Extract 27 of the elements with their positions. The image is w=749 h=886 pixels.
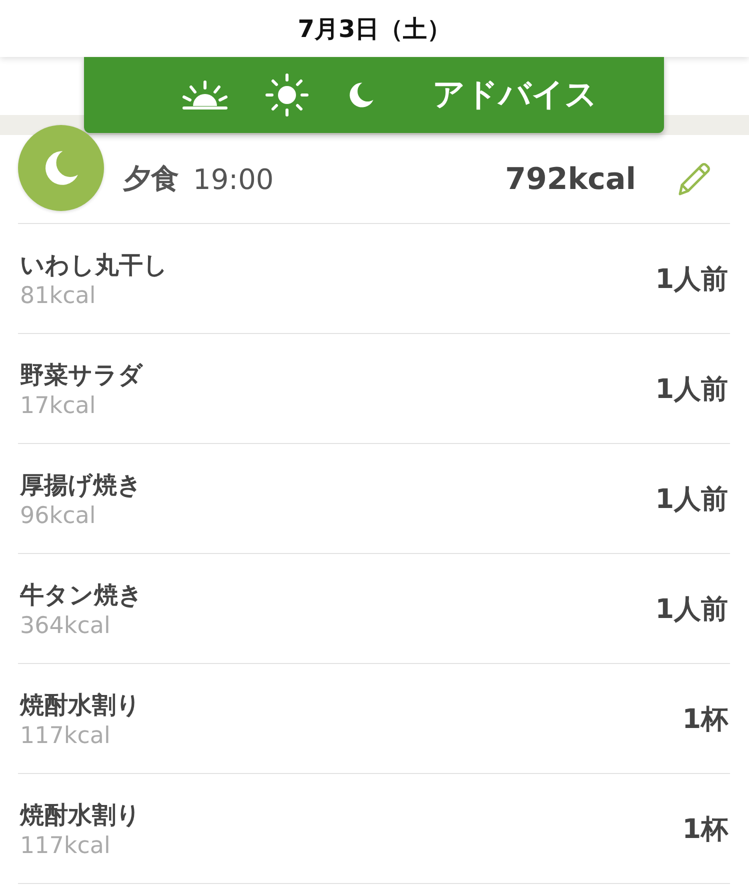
sunrise-tab[interactable] [180, 78, 228, 112]
date-title: 7月3日（土） [298, 14, 452, 44]
food-portion: 1人前 [655, 262, 728, 296]
food-name: 焼酎水割り [20, 690, 142, 720]
advice-tab[interactable]: アドバイス [432, 73, 598, 117]
food-name: いわし丸干し [20, 250, 169, 280]
food-calories: 81kcal [20, 282, 97, 308]
food-portion: 1杯 [682, 702, 728, 736]
food-name: 厚揚げ焼き [20, 470, 143, 500]
food-portion: 1杯 [682, 812, 728, 846]
sun-icon [264, 73, 308, 117]
meal-name: 夕食 [123, 161, 179, 197]
sunrise-icon [180, 78, 228, 112]
food-calories: 117kcal [20, 722, 112, 748]
food-calories: 364kcal [20, 612, 112, 638]
food-portion: 1人前 [655, 372, 728, 406]
food-calories: 96kcal [20, 502, 97, 528]
food-name: 焼酎水割り [20, 800, 142, 830]
food-name: 牛タン焼き [20, 580, 144, 610]
food-calories: 117kcal [20, 832, 112, 858]
food-portion: 1人前 [655, 592, 728, 626]
meal-total-calories: 792kcal [505, 162, 636, 196]
food-name: 野菜サラダ [20, 360, 144, 390]
food-calories: 17kcal [20, 392, 97, 418]
food-portion: 1人前 [655, 482, 728, 516]
meal-time: 19:00 [193, 162, 274, 196]
sun-tab[interactable] [264, 73, 308, 117]
